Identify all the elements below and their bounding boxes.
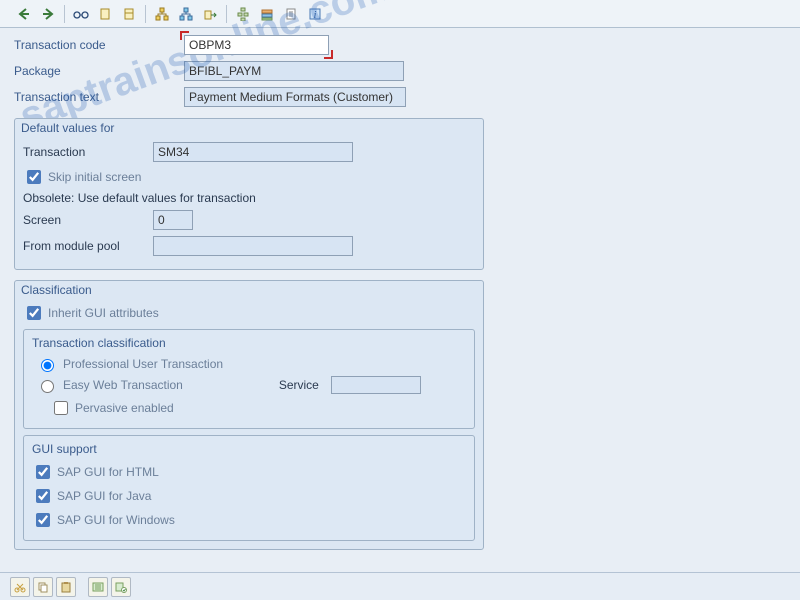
- run-icon[interactable]: [111, 577, 131, 597]
- skip-initial-checkbox[interactable]: [27, 170, 41, 184]
- package-field: BFIBL_PAYM: [184, 61, 404, 81]
- app-toolbar: i: [0, 0, 800, 28]
- gui-win-checkbox[interactable]: [36, 513, 50, 527]
- main-content: Transaction code OBPM3 Package BFIBL_PAY…: [0, 28, 800, 550]
- radio-easyweb[interactable]: [41, 380, 54, 393]
- radio-professional-label: Professional User Transaction: [63, 357, 223, 371]
- copy-icon[interactable]: [33, 577, 53, 597]
- ttext-label: Transaction text: [14, 90, 184, 104]
- modpool-row: From module pool: [23, 235, 475, 257]
- inherit-row: Inherit GUI attributes: [23, 303, 475, 323]
- hierarchy-icon[interactable]: [152, 4, 172, 24]
- transaction-label: Transaction: [23, 145, 153, 159]
- classification-group: Classification Inherit GUI attributes Tr…: [14, 280, 484, 550]
- service-field: [331, 376, 421, 394]
- transaction-row: Transaction SM34: [23, 141, 475, 163]
- gui-java-row: SAP GUI for Java: [32, 486, 466, 506]
- gui-win-label: SAP GUI for Windows: [57, 513, 175, 527]
- radio-easyweb-row: Easy Web Transaction Service: [36, 376, 466, 394]
- toolbar-separator: [64, 5, 65, 23]
- default-values-group: Default values for Transaction SM34 Skip…: [14, 118, 484, 270]
- forward-button[interactable]: [38, 4, 58, 24]
- ttext-row: Transaction text Payment Medium Formats …: [14, 86, 786, 108]
- default-values-title: Default values for: [21, 121, 475, 135]
- transaction-field: SM34: [153, 142, 353, 162]
- pervasive-row: Pervasive enabled: [50, 398, 466, 418]
- transaction-classification-subgroup: Transaction classification Professional …: [23, 329, 475, 429]
- tcode-row: Transaction code OBPM3: [14, 34, 786, 56]
- gui-support-subgroup: GUI support SAP GUI for HTML SAP GUI for…: [23, 435, 475, 541]
- gui-html-label: SAP GUI for HTML: [57, 465, 159, 479]
- status-bar: [0, 572, 800, 600]
- doc-icon[interactable]: [281, 4, 301, 24]
- radio-professional-row: Professional User Transaction: [36, 356, 466, 372]
- pervasive-checkbox[interactable]: [54, 401, 68, 415]
- paste-icon[interactable]: [56, 577, 76, 597]
- ttext-field: Payment Medium Formats (Customer): [184, 87, 406, 107]
- toolbar-separator: [145, 5, 146, 23]
- toolbar-separator: [226, 5, 227, 23]
- hierarchy-arrow-icon[interactable]: [176, 4, 196, 24]
- pervasive-label: Pervasive enabled: [75, 401, 174, 415]
- inherit-checkbox[interactable]: [27, 306, 41, 320]
- svg-text:i: i: [314, 10, 317, 21]
- radio-easyweb-label: Easy Web Transaction: [63, 378, 183, 392]
- package-label: Package: [14, 64, 184, 78]
- tcode-highlight: OBPM3: [184, 35, 329, 55]
- screen-label: Screen: [23, 213, 153, 227]
- skip-initial-label: Skip initial screen: [48, 170, 141, 184]
- transaction-classification-title: Transaction classification: [32, 336, 466, 350]
- arrow-out-icon[interactable]: [200, 4, 220, 24]
- skip-initial-row: Skip initial screen: [23, 167, 475, 187]
- tcode-label: Transaction code: [14, 38, 184, 52]
- gui-win-row: SAP GUI for Windows: [32, 510, 466, 530]
- list-icon[interactable]: [88, 577, 108, 597]
- document2-icon[interactable]: [119, 4, 139, 24]
- tree-icon[interactable]: [233, 4, 253, 24]
- modpool-field: [153, 236, 353, 256]
- screen-field: 0: [153, 210, 193, 230]
- radio-professional[interactable]: [41, 359, 54, 372]
- classification-title: Classification: [21, 283, 475, 297]
- document-icon[interactable]: [95, 4, 115, 24]
- inherit-label: Inherit GUI attributes: [48, 306, 159, 320]
- gui-html-row: SAP GUI for HTML: [32, 462, 466, 482]
- gui-support-title: GUI support: [32, 442, 466, 456]
- glasses-icon[interactable]: [71, 4, 91, 24]
- gui-html-checkbox[interactable]: [36, 465, 50, 479]
- tcode-field[interactable]: OBPM3: [184, 35, 329, 55]
- modpool-label: From module pool: [23, 239, 153, 253]
- obsolete-text: Obsolete: Use default values for transac…: [23, 191, 475, 205]
- cut-icon[interactable]: [10, 577, 30, 597]
- stack-icon[interactable]: [257, 4, 277, 24]
- screen-row: Screen 0: [23, 209, 475, 231]
- package-row: Package BFIBL_PAYM: [14, 60, 786, 82]
- gui-java-label: SAP GUI for Java: [57, 489, 151, 503]
- gui-java-checkbox[interactable]: [36, 489, 50, 503]
- info-icon[interactable]: i: [305, 4, 325, 24]
- service-label: Service: [279, 378, 319, 392]
- back-button[interactable]: [14, 4, 34, 24]
